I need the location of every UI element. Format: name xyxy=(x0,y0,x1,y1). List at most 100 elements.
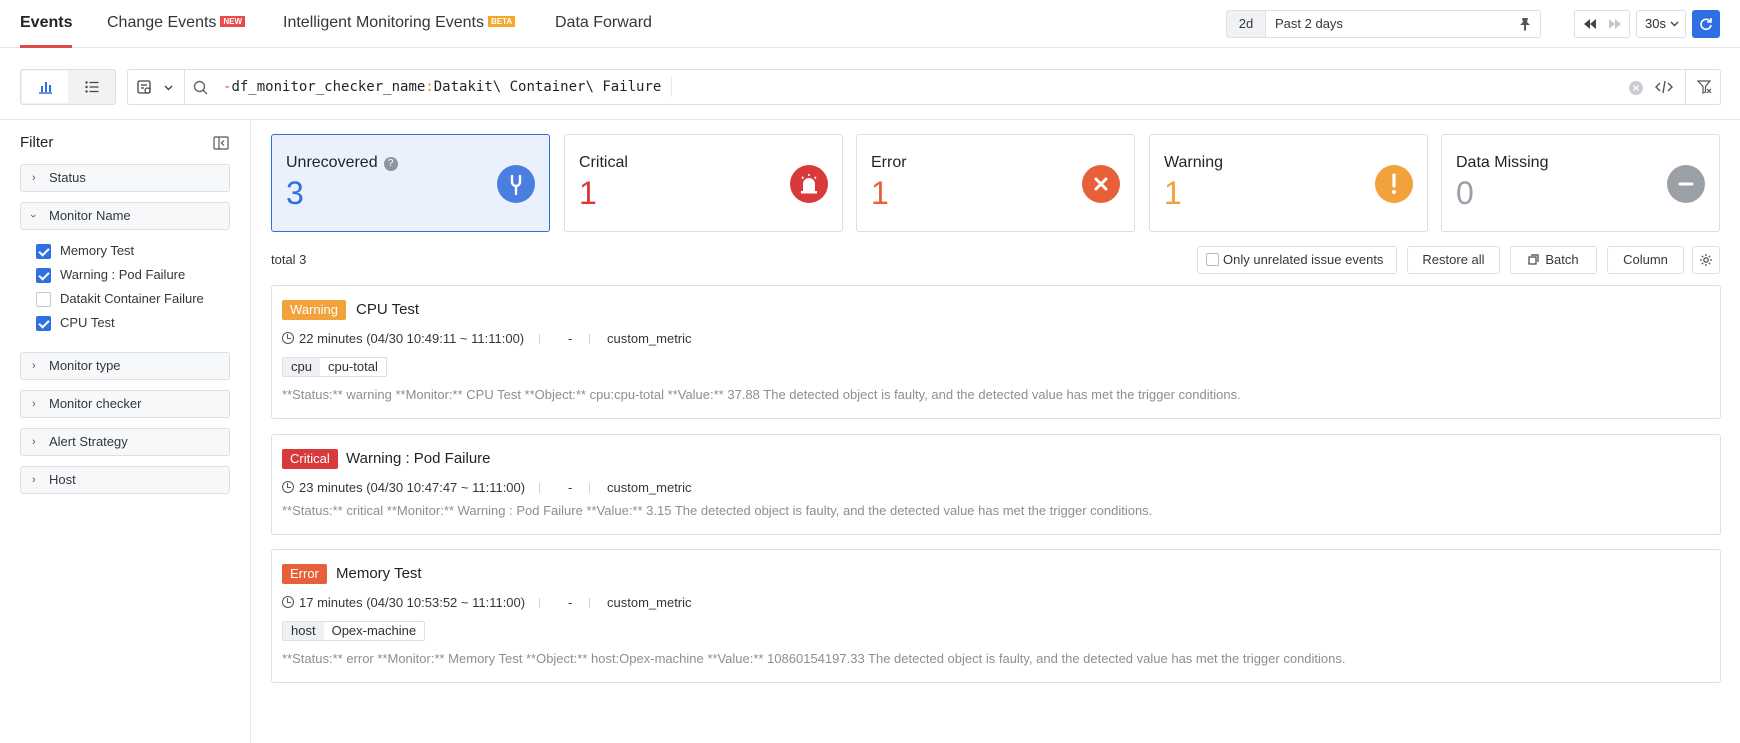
card-critical-label: Critical xyxy=(579,154,628,171)
separator xyxy=(539,334,540,344)
forward-icon[interactable] xyxy=(1607,16,1625,32)
event-meta: 22 minutes (04/30 10:49:11 ~ 11:11:00) -… xyxy=(282,330,782,348)
tag-key: host xyxy=(283,622,324,640)
chevron-right-icon: › xyxy=(32,436,36,448)
tab-intelligent-monitoring-label: Intelligent Monitoring Events xyxy=(283,14,484,31)
column-label: Column xyxy=(1623,252,1668,267)
event-row[interactable]: Warning CPU Test 22 minutes (04/30 10:49… xyxy=(271,285,1721,419)
settings-button[interactable] xyxy=(1692,246,1720,274)
event-meta: 23 minutes (04/30 10:47:47 ~ 11:11:00) -… xyxy=(282,479,782,497)
event-duration: 17 minutes (04/30 10:53:52 ~ 11:11:00) xyxy=(299,595,526,610)
event-dash: - xyxy=(568,480,573,495)
clock-icon xyxy=(282,332,294,344)
top-nav: Events Change Events NEW Intelligent Moni… xyxy=(0,0,1740,48)
card-warning[interactable]: Warning 1 xyxy=(1149,134,1428,232)
tab-events-label: Events xyxy=(20,14,73,31)
query-input[interactable]: -df_monitor_checker_name:Datakit\ Contai… xyxy=(223,77,673,97)
event-message: **Status:** critical **Monitor:** Warnin… xyxy=(282,503,1153,518)
card-critical[interactable]: Critical 1 xyxy=(564,134,843,232)
clear-query-icon[interactable] xyxy=(1629,81,1643,95)
separator xyxy=(589,598,590,608)
event-row[interactable]: Critical Warning : Pod Failure 23 minute… xyxy=(271,434,1721,535)
tab-events[interactable]: Events xyxy=(20,0,73,48)
separator xyxy=(539,598,540,608)
level-badge: Error xyxy=(282,564,327,584)
card-warning-label: Warning xyxy=(1164,154,1223,171)
event-dash: - xyxy=(568,595,573,610)
level-badge: Critical xyxy=(282,449,338,469)
card-label: Unrecovered? xyxy=(286,154,398,172)
tab-intelligent-monitoring-events[interactable]: Intelligent Monitoring Events BETA xyxy=(283,0,516,48)
card-data-missing-value: 0 xyxy=(1456,175,1474,211)
checkbox[interactable] xyxy=(36,268,51,283)
code-view-icon[interactable] xyxy=(1652,75,1676,99)
refresh-interval-label: 30s xyxy=(1645,16,1666,31)
query-field: df_monitor_checker_name xyxy=(231,79,426,95)
wrench-icon xyxy=(497,165,535,203)
event-row[interactable]: Error Memory Test 17 minutes (04/30 10:5… xyxy=(271,549,1721,683)
rewind-icon[interactable] xyxy=(1582,16,1600,32)
saved-query-button[interactable] xyxy=(128,70,185,104)
search-icon xyxy=(193,80,208,95)
card-data-missing-label: Data Missing xyxy=(1456,154,1549,171)
facet-alert-strategy[interactable]: › Alert Strategy xyxy=(20,428,230,456)
total-count: total 3 xyxy=(271,252,307,267)
facet-host[interactable]: › Host xyxy=(20,466,230,494)
event-title[interactable]: Memory Test xyxy=(336,564,422,584)
event-title[interactable]: CPU Test xyxy=(356,300,419,320)
event-duration: 23 minutes (04/30 10:47:47 ~ 11:11:00) xyxy=(299,480,526,495)
facet-monitor-name-label: Monitor Name xyxy=(49,208,131,223)
card-error-value: 1 xyxy=(871,175,889,211)
facet-monitor-checker[interactable]: › Monitor checker xyxy=(20,390,230,418)
separator xyxy=(589,334,590,344)
batch-button[interactable]: Batch xyxy=(1510,246,1597,274)
refresh-button[interactable] xyxy=(1692,10,1720,38)
filter-title: Filter xyxy=(20,134,54,151)
facet-monitor-name[interactable]: › Monitor Name xyxy=(20,202,230,230)
collapse-sidebar-icon[interactable] xyxy=(213,135,229,151)
event-meta: 17 minutes (04/30 10:53:52 ~ 11:11:00) -… xyxy=(282,594,782,612)
time-range-picker[interactable]: Past 2 days xyxy=(1265,10,1541,38)
card-unrecovered[interactable]: Unrecovered? 3 xyxy=(271,134,550,232)
card-error[interactable]: Error 1 xyxy=(856,134,1135,232)
tab-change-events-label: Change Events xyxy=(107,14,217,31)
facet-status[interactable]: › Status xyxy=(20,164,230,192)
column-button[interactable]: Column xyxy=(1607,246,1684,274)
event-title[interactable]: Warning : Pod Failure xyxy=(346,449,491,469)
time-shortcut[interactable]: 2d xyxy=(1226,10,1266,38)
checkbox[interactable] xyxy=(36,316,51,331)
restore-all-label: Restore all xyxy=(1422,252,1485,267)
refresh-interval-select[interactable]: 30s xyxy=(1636,10,1686,38)
checkbox[interactable] xyxy=(1206,253,1219,266)
chevron-right-icon: › xyxy=(32,398,36,410)
chevron-right-icon: › xyxy=(32,172,36,184)
checkbox[interactable] xyxy=(36,244,51,259)
clear-filter-button[interactable] xyxy=(1685,70,1721,104)
event-message: **Status:** warning **Monitor:** CPU Tes… xyxy=(282,387,1241,402)
separator xyxy=(589,483,590,493)
option-label: Datakit Container Failure xyxy=(60,291,204,306)
list-icon xyxy=(85,81,99,93)
tab-data-forward[interactable]: Data Forward xyxy=(555,0,652,48)
separator xyxy=(539,483,540,493)
card-data-missing[interactable]: Data Missing 0 xyxy=(1441,134,1720,232)
list-view-button[interactable] xyxy=(69,71,115,103)
pin-icon[interactable] xyxy=(1518,17,1532,31)
restore-all-button[interactable]: Restore all xyxy=(1407,246,1500,274)
chevron-right-icon: › xyxy=(32,360,36,372)
facet-status-label: Status xyxy=(49,170,86,185)
help-icon[interactable]: ? xyxy=(383,157,398,171)
facet-monitor-type[interactable]: › Monitor type xyxy=(20,352,230,380)
event-tag[interactable]: cpu cpu-total xyxy=(282,357,387,377)
card-unrecovered-label: Unrecovered xyxy=(286,154,378,171)
checkbox[interactable] xyxy=(36,292,51,307)
minus-icon xyxy=(1667,165,1705,203)
event-tag[interactable]: host Opex-machine xyxy=(282,621,426,641)
facet-alert-strategy-label: Alert Strategy xyxy=(49,434,128,449)
time-nav-buttons xyxy=(1574,10,1630,38)
tag-value: Opex-machine xyxy=(331,623,417,638)
only-unrelated-toggle[interactable]: Only unrelated issue events xyxy=(1197,246,1397,274)
chevron-down-icon xyxy=(164,85,173,91)
chart-view-button[interactable] xyxy=(22,71,68,103)
tab-change-events[interactable]: Change Events NEW xyxy=(107,0,246,48)
